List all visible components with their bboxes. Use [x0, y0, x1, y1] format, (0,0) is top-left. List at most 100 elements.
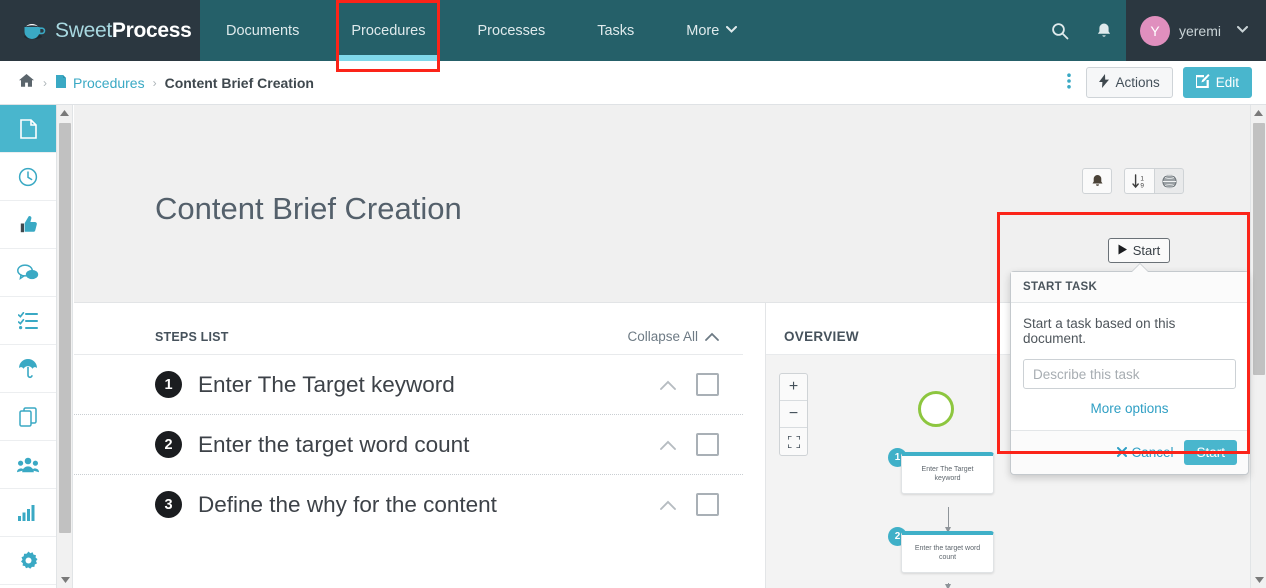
- start-task-popover: START TASK Start a task based on this do…: [1010, 263, 1249, 475]
- scroll-down-arrow-icon[interactable]: [57, 572, 73, 588]
- sweetprocess-app: SweetProcess Documents Procedures Proces…: [0, 0, 1266, 588]
- actions-button[interactable]: Actions: [1086, 67, 1173, 98]
- flow-node[interactable]: Enter the target word count: [901, 531, 994, 573]
- nav-label-more: More: [686, 22, 720, 39]
- chevron-up-icon[interactable]: [660, 497, 676, 513]
- sidebar-scrollbar[interactable]: [57, 105, 73, 588]
- rail-item-duplicate[interactable]: [0, 393, 56, 441]
- chevron-up-icon[interactable]: [660, 437, 676, 453]
- globe-button[interactable]: [1154, 168, 1184, 194]
- nav-label-documents: Documents: [226, 22, 300, 39]
- start-task-widget: Start START TASK Start a task based on t…: [1010, 238, 1249, 475]
- breadcrumb-link-procedures[interactable]: Procedures: [55, 74, 145, 92]
- start-task-trigger-label: Start: [1132, 243, 1161, 258]
- step-checkbox[interactable]: [696, 433, 719, 456]
- document-toolbar: 19: [1082, 168, 1184, 194]
- step-title: Enter the target word count: [198, 431, 470, 457]
- pencil-square-icon: [1195, 74, 1210, 91]
- logo-text-sweet: Sweet: [55, 18, 112, 42]
- collapse-all-button[interactable]: Collapse All: [627, 329, 719, 344]
- zoom-controls: + −: [779, 373, 808, 456]
- fit-to-screen-button[interactable]: [780, 428, 807, 455]
- rail-item-checklist[interactable]: [0, 297, 56, 345]
- breadcrumb-separator: ›: [43, 75, 47, 90]
- step-row[interactable]: 3 Define the why for the content: [74, 474, 743, 534]
- coffee-cup-icon: [22, 20, 48, 42]
- bell-icon[interactable]: [1082, 0, 1126, 61]
- more-options-link[interactable]: More options: [1023, 401, 1236, 416]
- rail-item-comments[interactable]: [0, 249, 56, 297]
- nav-item-processes[interactable]: Processes: [452, 0, 572, 61]
- chevron-up-icon: [705, 329, 719, 344]
- nav-item-documents[interactable]: Documents: [200, 0, 325, 61]
- step-row[interactable]: 1 Enter The Target keyword: [74, 355, 743, 414]
- chevron-down-icon: [726, 25, 738, 36]
- rail-item-teams[interactable]: [0, 441, 56, 489]
- more-options-icon[interactable]: [1062, 73, 1076, 92]
- step-checkbox[interactable]: [696, 373, 719, 396]
- start-task-trigger-button[interactable]: Start: [1108, 238, 1170, 263]
- start-task-description: Start a task based on this document.: [1023, 316, 1176, 346]
- confirm-start-button[interactable]: Start: [1184, 440, 1237, 465]
- zoom-out-button[interactable]: −: [780, 401, 807, 428]
- flow-node[interactable]: Enter The Target keyword: [901, 452, 994, 494]
- cancel-label: Cancel: [1131, 445, 1174, 460]
- page-scrollbar[interactable]: [1250, 105, 1266, 588]
- actions-button-label: Actions: [1115, 75, 1160, 90]
- step-number: 1: [155, 371, 182, 398]
- rail-item-umbrella[interactable]: [0, 345, 56, 393]
- logo-text-process: Process: [111, 18, 192, 42]
- start-task-popover-body: Start a task based on this document. Mor…: [1011, 303, 1248, 430]
- logo: SweetProcess: [22, 19, 192, 43]
- cancel-button[interactable]: Cancel: [1117, 445, 1173, 460]
- steps-list-heading: STEPS LIST: [155, 329, 229, 344]
- x-icon: [1117, 445, 1128, 460]
- task-description-input[interactable]: [1023, 359, 1236, 389]
- left-icon-rail: [0, 105, 57, 588]
- scroll-down-arrow-icon[interactable]: [1251, 572, 1266, 588]
- nav-item-procedures[interactable]: Procedures: [325, 0, 451, 61]
- user-menu[interactable]: Y yeremi: [1125, 0, 1266, 61]
- edit-button-label: Edit: [1215, 75, 1239, 90]
- search-icon[interactable]: [1038, 0, 1082, 61]
- nav-item-more[interactable]: More: [660, 0, 763, 61]
- scroll-up-arrow-icon[interactable]: [1251, 105, 1266, 121]
- nav-right-actions: Y yeremi: [1038, 0, 1266, 61]
- bolt-icon: [1099, 74, 1110, 91]
- nav-label-processes: Processes: [477, 22, 546, 39]
- page-title: Content Brief Creation: [155, 191, 462, 226]
- flow-node-label: Enter the target word count: [914, 545, 981, 562]
- page-scroll-thumb[interactable]: [1253, 123, 1265, 375]
- sort-button[interactable]: 19: [1124, 168, 1154, 194]
- step-number: 2: [155, 431, 182, 458]
- start-task-popover-heading: START TASK: [1011, 272, 1248, 303]
- nav-label-procedures: Procedures: [351, 22, 426, 39]
- rail-item-document[interactable]: [0, 105, 56, 153]
- scroll-up-arrow-icon[interactable]: [57, 105, 72, 121]
- breadcrumb-separator: ›: [152, 75, 157, 90]
- zoom-in-button[interactable]: +: [780, 374, 807, 401]
- home-icon[interactable]: [18, 73, 35, 93]
- rail-item-approvals[interactable]: [0, 201, 56, 249]
- rail-item-history[interactable]: [0, 153, 56, 201]
- brand-logo[interactable]: SweetProcess: [0, 0, 200, 61]
- step-row[interactable]: 2 Enter the target word count: [74, 414, 743, 474]
- rail-item-reports[interactable]: [0, 489, 56, 537]
- sidebar-scroll-thumb[interactable]: [59, 123, 71, 533]
- step-checkbox[interactable]: [696, 493, 719, 516]
- file-icon: [55, 74, 67, 92]
- svg-text:9: 9: [1140, 182, 1144, 189]
- step-number: 3: [155, 491, 182, 518]
- flow-start-node[interactable]: [918, 391, 954, 427]
- avatar: Y: [1139, 15, 1170, 46]
- breadcrumb-parent-label: Procedures: [73, 74, 145, 91]
- rail-item-settings[interactable]: [0, 537, 56, 585]
- step-controls: [660, 433, 719, 456]
- collapse-all-label: Collapse All: [627, 329, 698, 344]
- notify-button[interactable]: [1082, 168, 1112, 194]
- steps-list-header: STEPS LIST Collapse All: [74, 303, 743, 355]
- nav-item-tasks[interactable]: Tasks: [571, 0, 660, 61]
- chevron-up-icon[interactable]: [660, 377, 676, 393]
- breadcrumb: › Procedures › Content Brief Creation: [18, 73, 314, 93]
- edit-button[interactable]: Edit: [1182, 67, 1252, 98]
